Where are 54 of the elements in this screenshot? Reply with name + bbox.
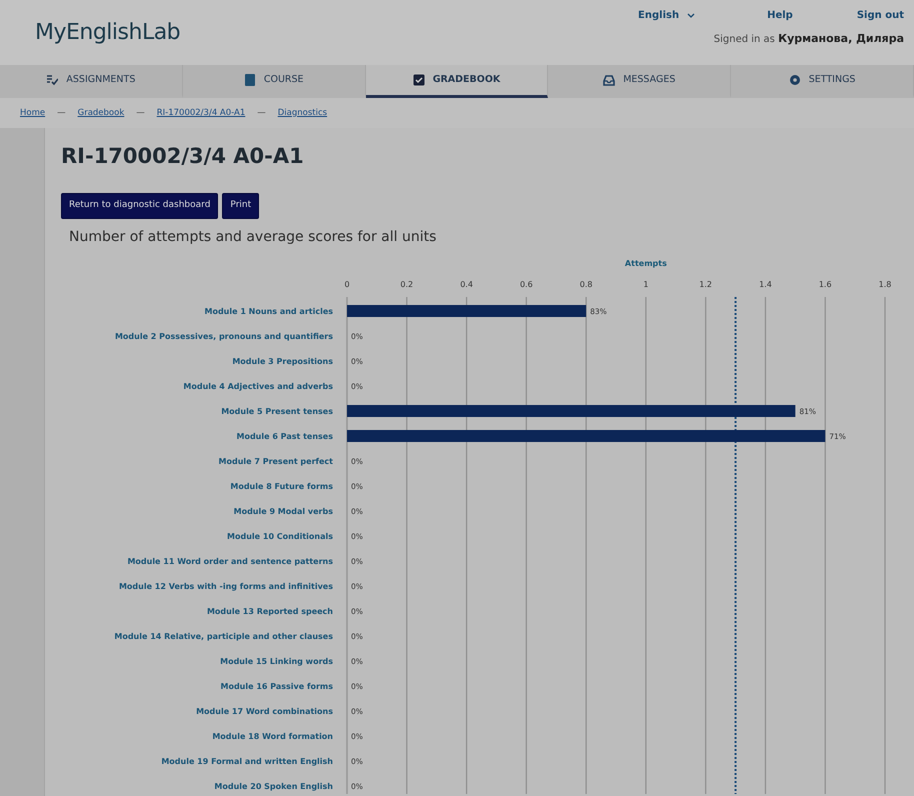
tick-label: 1.4 <box>759 280 772 289</box>
tick-label: 0 <box>344 280 350 289</box>
caret-icon <box>687 13 696 18</box>
tick-label: 1.8 <box>878 280 892 289</box>
category-label[interactable]: Module 11 Word order and sentence patterns <box>127 556 333 566</box>
category-label[interactable]: Module 14 Relative, participle and other clauses <box>114 632 333 641</box>
tick-label: 0.6 <box>520 280 533 289</box>
breadcrumb-separator: — <box>136 106 145 120</box>
category-label[interactable]: Module 7 Present perfect <box>218 456 333 466</box>
category-label[interactable]: Module 16 Passive forms <box>220 682 333 691</box>
signed-in-text: Signed in as Курманова, Диляра <box>714 31 904 47</box>
axis-title: Attempts <box>624 258 667 268</box>
breadcrumb-link[interactable]: Diagnostics <box>278 106 328 120</box>
breadcrumb-link[interactable]: Gradebook <box>78 106 124 120</box>
category-label[interactable]: Module 4 Adjectives and adverbs <box>183 382 333 391</box>
inbox-icon <box>603 74 616 86</box>
tick-label: 1.2 <box>699 280 712 289</box>
sign-out-link[interactable]: Sign out <box>856 8 904 23</box>
breadcrumb-link[interactable]: RI-170002/3/4 A0-A1 <box>156 106 246 120</box>
tick-label: 1.6 <box>818 280 832 289</box>
help-link[interactable]: Help <box>767 8 793 23</box>
tick-label: 1 <box>643 280 648 289</box>
tick-label: 0.2 <box>400 280 414 289</box>
category-label[interactable]: Module 18 Word formation <box>212 732 333 741</box>
checkbox-icon <box>412 74 425 86</box>
category-label[interactable]: Module 12 Verbs with -ing forms and infinitives <box>118 582 333 591</box>
category-label[interactable]: Module 3 Prepositions <box>232 356 333 366</box>
category-label[interactable]: Module 15 Linking words <box>220 656 333 666</box>
logo: MyEnglishLab <box>35 19 180 47</box>
category-label[interactable]: Module 2 Possessives, pronouns and quantifiers <box>114 332 333 341</box>
category-label[interactable]: Module 8 Future forms <box>230 482 333 491</box>
breadcrumb-separator: — <box>257 106 266 120</box>
tick-label: 0.4 <box>460 280 473 289</box>
book-icon <box>244 74 256 86</box>
category-label[interactable]: Module 6 Past tenses <box>236 432 333 441</box>
category-label[interactable]: Module 20 Spoken English <box>214 782 333 791</box>
nav-tab[interactable]: GRADEBOOK <box>366 65 548 98</box>
category-label[interactable]: Module 1 Nouns and articles <box>204 306 333 316</box>
section-title: Number of attempts and average scores for all units <box>69 228 438 247</box>
tick-label: 0.8 <box>580 280 592 289</box>
print-button[interactable]: Print <box>222 193 260 219</box>
settings-icon <box>788 74 801 86</box>
category-label[interactable]: Module 10 Conditionals <box>227 532 333 541</box>
breadcrumb-link[interactable]: Home <box>20 106 46 120</box>
category-label[interactable]: Module 9 Modal verbs <box>234 506 333 516</box>
breadcrumb-separator: — <box>57 106 66 120</box>
checklist-icon <box>46 74 58 86</box>
language-dropdown[interactable]: English <box>638 8 696 23</box>
category-label[interactable]: Module 17 Word combinations <box>196 706 333 716</box>
category-label[interactable]: Module 5 Present tenses <box>221 406 333 416</box>
return-button[interactable]: Return to diagnostic dashboard <box>61 193 218 219</box>
category-label[interactable]: Module 19 Formal and written English <box>161 756 333 766</box>
category-label[interactable]: Module 13 Reported speech <box>206 606 333 616</box>
page-title: RI-170002/3/4 A0-A1 <box>61 144 305 170</box>
